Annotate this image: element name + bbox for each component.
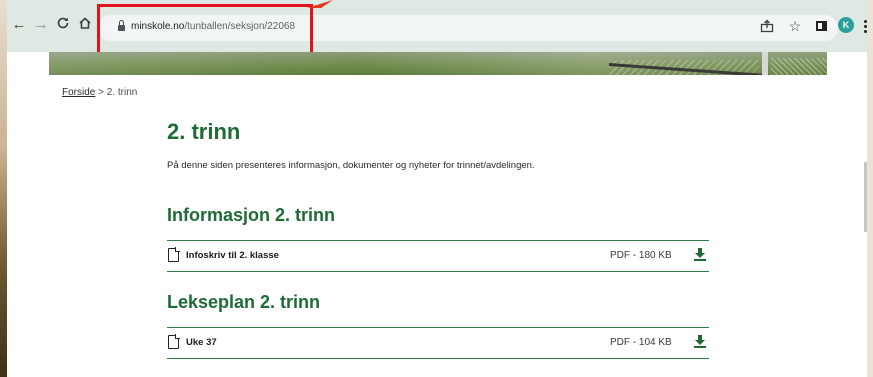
- profile-avatar[interactable]: K: [838, 17, 854, 33]
- annotation-arrow: [307, 0, 333, 8]
- side-panel-icon[interactable]: [815, 19, 829, 33]
- divider: [167, 358, 709, 359]
- page-intro: På denne siden presenteres informasjon, …: [167, 160, 535, 171]
- file-meta: PDF - 180 KB: [610, 250, 672, 261]
- breadcrumb-separator: >: [95, 87, 107, 98]
- page-title: 2. trinn: [167, 119, 241, 144]
- section-heading-informasjon: Informasjon 2. trinn: [167, 205, 336, 225]
- document-icon: [168, 247, 180, 262]
- share-icon[interactable]: [760, 19, 774, 33]
- breadcrumb-current: 2. trinn: [106, 87, 138, 98]
- file-link[interactable]: Infoskriv til 2. klasse: [186, 250, 279, 261]
- web-page: Forside > 2. trinn 2. trinn På denne sid…: [7, 52, 867, 377]
- kebab-menu-icon[interactable]: [862, 19, 868, 33]
- screenshot-frame-right: [867, 0, 873, 377]
- divider: [167, 271, 709, 272]
- hero-image: [49, 52, 827, 75]
- reload-icon[interactable]: [55, 16, 71, 34]
- document-icon: [168, 334, 180, 349]
- breadcrumb: Forside > 2. trinn: [62, 87, 137, 98]
- file-row[interactable]: Infoskriv til 2. klasse PDF - 180 KB: [167, 241, 709, 271]
- breadcrumb-home-link[interactable]: Forside: [62, 87, 95, 98]
- file-link[interactable]: Uke 37: [186, 337, 217, 348]
- section-heading-lekseplan: Lekseplan 2. trinn: [167, 292, 321, 312]
- download-icon[interactable]: [693, 247, 707, 261]
- download-icon[interactable]: [693, 334, 707, 348]
- forward-arrow-icon[interactable]: →: [33, 16, 49, 34]
- star-icon[interactable]: ☆: [788, 19, 802, 33]
- file-row[interactable]: Uke 37 PDF - 104 KB: [167, 328, 709, 358]
- back-arrow-icon[interactable]: ←: [11, 16, 27, 34]
- scrollbar[interactable]: [864, 162, 867, 232]
- url-highlight-box: [97, 4, 313, 55]
- screenshot-frame-left: [0, 0, 7, 377]
- home-icon[interactable]: [77, 16, 93, 34]
- file-meta: PDF - 104 KB: [610, 337, 672, 348]
